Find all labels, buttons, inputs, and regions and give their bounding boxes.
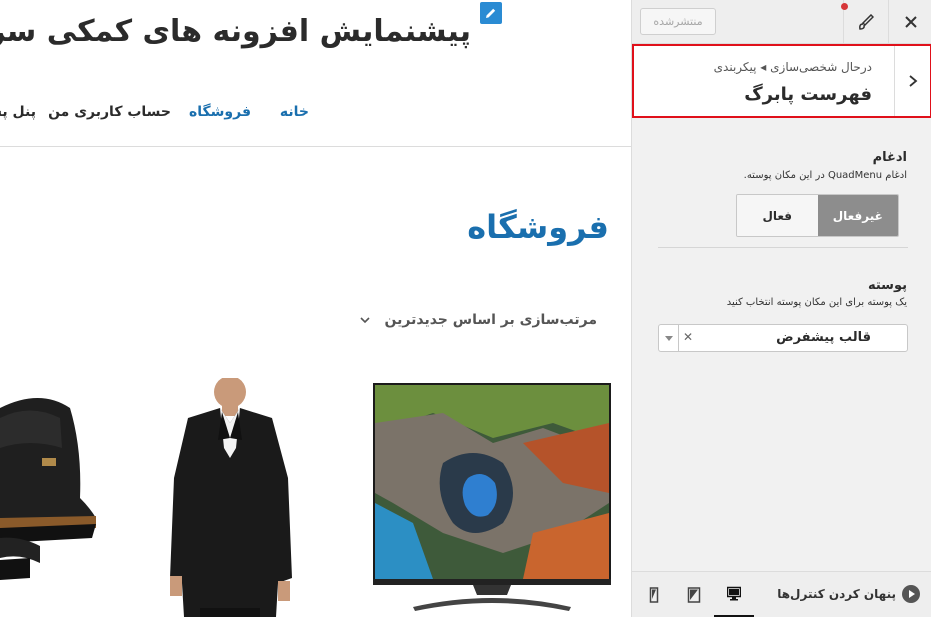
nav-link-shop[interactable]: فروشگاه xyxy=(189,104,251,120)
panel-header: منتشرشده xyxy=(632,0,931,44)
device-mobile-button[interactable] xyxy=(634,572,674,617)
merge-option-disabled[interactable]: غیرفعال xyxy=(817,195,898,236)
merge-control-description: ادغام QuadMenu در این مکان پوسته. xyxy=(743,170,907,181)
device-tablet-button[interactable] xyxy=(674,572,714,617)
product-image-suit[interactable] xyxy=(160,378,310,617)
skin-control-title: پوسته xyxy=(867,278,907,293)
section-header: درحال شخصی‌سازی ◂ پیکربندی فهرست پابرگ xyxy=(632,44,931,118)
customizer-panel: منتشرشده درحال شخصی‌سازی ◂ پیکربندی فهرس… xyxy=(631,0,931,617)
skin-select-value: قالب پیشفرض xyxy=(776,330,871,345)
site-preview: پیشنمایش افزونه های کمکی سری خانه فروشگا… xyxy=(0,0,631,617)
customizer-window: پیشنمایش افزونه های کمکی سری خانه فروشگا… xyxy=(0,0,931,617)
notification-dot xyxy=(841,3,848,10)
play-circle-icon xyxy=(902,585,920,603)
tv-product-image xyxy=(373,383,611,617)
merge-toggle-group: غیرفعال فعال xyxy=(736,194,899,237)
merge-option-enabled[interactable]: فعال xyxy=(737,195,818,236)
close-customizer-button[interactable] xyxy=(888,0,931,44)
device-desktop-button[interactable] xyxy=(714,572,754,617)
clear-icon[interactable]: ✕ xyxy=(683,330,693,344)
collapse-controls-label: پنهان کردن کنترل‌ها xyxy=(777,587,896,601)
dropdown-arrow-icon[interactable] xyxy=(659,325,679,351)
chevron-down-icon xyxy=(359,317,370,324)
page-title: فروشگاه xyxy=(467,208,609,246)
brush-icon xyxy=(859,14,874,30)
collapse-controls-button[interactable]: پنهان کردن کنترل‌ها xyxy=(777,585,920,603)
product-image-shoes[interactable] xyxy=(0,388,100,588)
mobile-icon xyxy=(649,587,659,603)
customize-brush-button[interactable] xyxy=(843,0,888,44)
panel-footer: پنهان کردن کنترل‌ها xyxy=(632,571,931,617)
desktop-icon xyxy=(727,586,741,600)
back-button[interactable] xyxy=(894,46,930,116)
suit-product-image xyxy=(160,378,310,617)
breadcrumb: درحال شخصی‌سازی ◂ پیکربندی xyxy=(713,60,872,74)
skin-control-description: یک پوسته برای این مکان پوسته انتخاب کنید xyxy=(726,297,907,308)
nav-link-panel[interactable]: پنل پش xyxy=(0,104,36,120)
header-divider xyxy=(0,146,631,147)
product-image-tv[interactable] xyxy=(373,383,611,617)
nav-link-home[interactable]: خانه xyxy=(280,104,309,120)
edit-shortcut-button[interactable] xyxy=(480,2,502,24)
pencil-icon xyxy=(486,8,496,18)
merge-control-title: ادغام xyxy=(872,150,907,165)
publish-button[interactable]: منتشرشده xyxy=(640,8,716,35)
skin-select[interactable]: قالب پیشفرض ✕ xyxy=(658,324,908,352)
site-title[interactable]: پیشنمایش افزونه های کمکی سری xyxy=(0,14,471,49)
shoes-product-image xyxy=(0,388,100,588)
section-title: فهرست پابرگ xyxy=(744,84,872,105)
chevron-right-icon xyxy=(908,75,917,87)
nav-link-account[interactable]: حساب کاربری من xyxy=(48,104,171,120)
panel-divider xyxy=(658,247,908,248)
tablet-icon xyxy=(687,587,701,603)
sort-label: مرتب‌سازی بر اساس جدیدترین xyxy=(384,312,597,328)
close-icon xyxy=(904,16,917,28)
sort-dropdown[interactable]: مرتب‌سازی بر اساس جدیدترین xyxy=(359,312,597,328)
